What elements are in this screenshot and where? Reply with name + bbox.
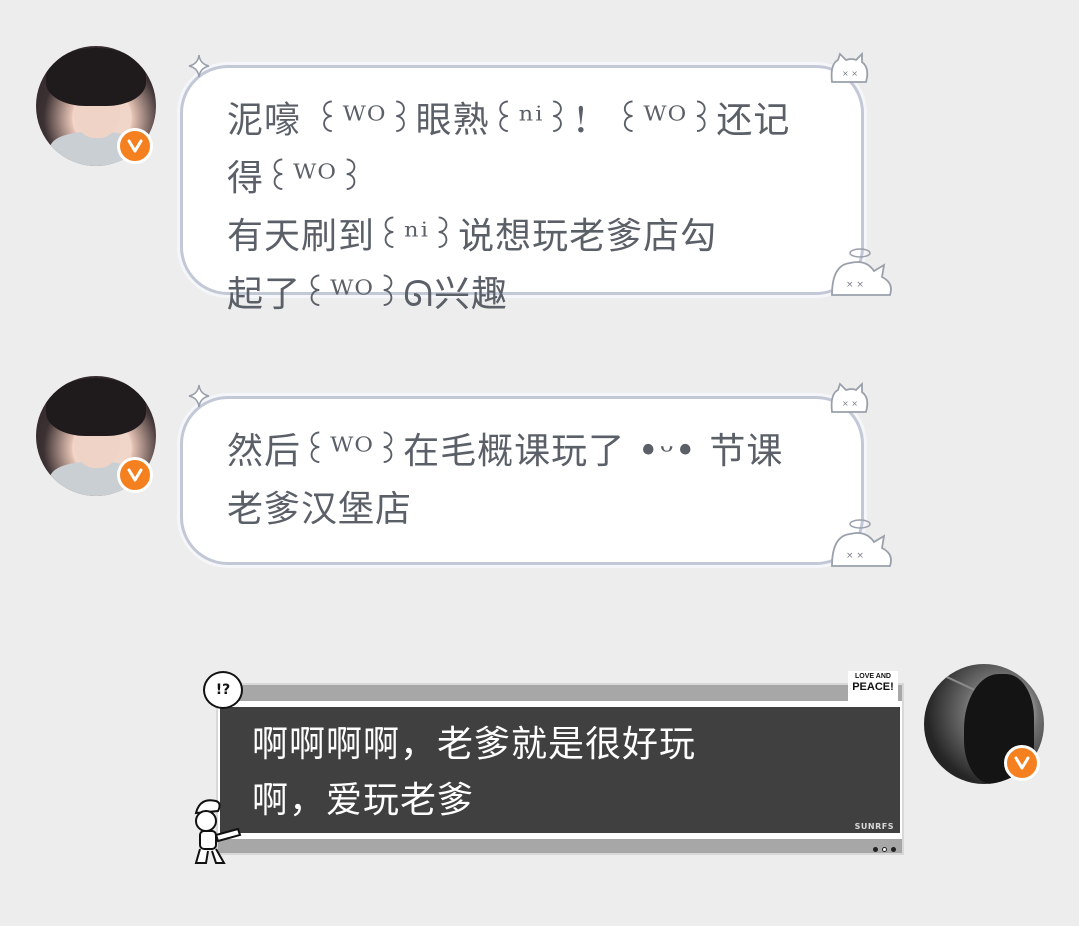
message-line: 起了꒰ᵂᴼ꒱ᘏ兴趣 (227, 274, 509, 315)
bubble-bottom-bar (218, 839, 902, 853)
bubble-body: 啊啊啊啊，老爹就是很好玩 啊，爱玩老爹 SUNRFS (220, 707, 900, 833)
svg-text:× ×: × × (846, 280, 864, 290)
message-line: 啊啊啊啊，老爹就是很好玩 (252, 724, 697, 765)
verified-badge-icon (1004, 745, 1040, 781)
message-line: 泥嚎 ꒰ᵂᴼ꒱眼熟꒰ⁿⁱ꒱！ ꒰ᵂᴼ꒱还记得꒰ᵂᴼ꒱ (227, 100, 791, 199)
brand-label: SUNRFS (854, 822, 894, 831)
message-bubble-dark[interactable]: 啊啊啊啊，老爹就是很好玩 啊，爱玩老爹 SUNRFS (216, 683, 904, 855)
sparkle-icon (188, 54, 210, 78)
love-peace-sticker: LOVE AND PEACE! (848, 671, 898, 701)
message-line: 老爹汉堡店 (227, 489, 413, 530)
message-line: 有天刷到꒰ⁿⁱ꒱说想玩老爹店勾 (227, 216, 718, 257)
message-text: 啊啊啊啊，老爹就是很好玩 啊，爱玩老爹 (252, 717, 840, 829)
message-bubble[interactable]: 然后꒰ᵂᴼ꒱在毛概课玩了 •ᵕ• 节课 老爹汉堡店 (180, 396, 864, 565)
message-text: 然后꒰ᵂᴼ꒱在毛概课玩了 •ᵕ• 节课 老爹汉堡店 (227, 423, 821, 539)
verified-badge-icon (117, 128, 153, 164)
sticker-line: PEACE! (852, 681, 894, 693)
avatar-hair (46, 378, 146, 436)
svg-text:× ×: × × (842, 69, 858, 78)
message-text: 泥嚎 ꒰ᵂᴼ꒱眼熟꒰ⁿⁱ꒱！ ꒰ᵂᴼ꒱还记得꒰ᵂᴼ꒱ 有天刷到꒰ⁿⁱ꒱说想玩老爹… (227, 92, 821, 324)
smurf-sticker (194, 799, 242, 864)
cat-face-icon: × × (830, 382, 869, 413)
verified-badge-icon (117, 457, 153, 493)
message-bubble[interactable]: 泥嚎 ꒰ᵂᴼ꒱眼熟꒰ⁿⁱ꒱！ ꒰ᵂᴼ꒱还记得꒰ᵂᴼ꒱ 有天刷到꒰ⁿⁱ꒱说想玩老爹… (180, 65, 864, 315)
bubble-top-bar (218, 685, 902, 701)
message-line: 啊，爱玩老爹 (252, 780, 475, 821)
cat-face-icon: × × (831, 519, 892, 567)
svg-text:× ×: × × (842, 399, 858, 408)
svg-text:× ×: × × (846, 551, 864, 561)
speech-exclaim-icon: !? (203, 671, 243, 709)
cat-face-icon: × × (831, 248, 892, 296)
message-line: 然后꒰ᵂᴼ꒱在毛概课玩了 •ᵕ• 节课 (227, 431, 784, 472)
dots-icon (873, 847, 896, 852)
sparkle-icon (188, 384, 210, 408)
cat-face-icon: × × (830, 52, 869, 83)
avatar-hair (46, 48, 146, 106)
speech-icon-text: !? (215, 682, 231, 698)
